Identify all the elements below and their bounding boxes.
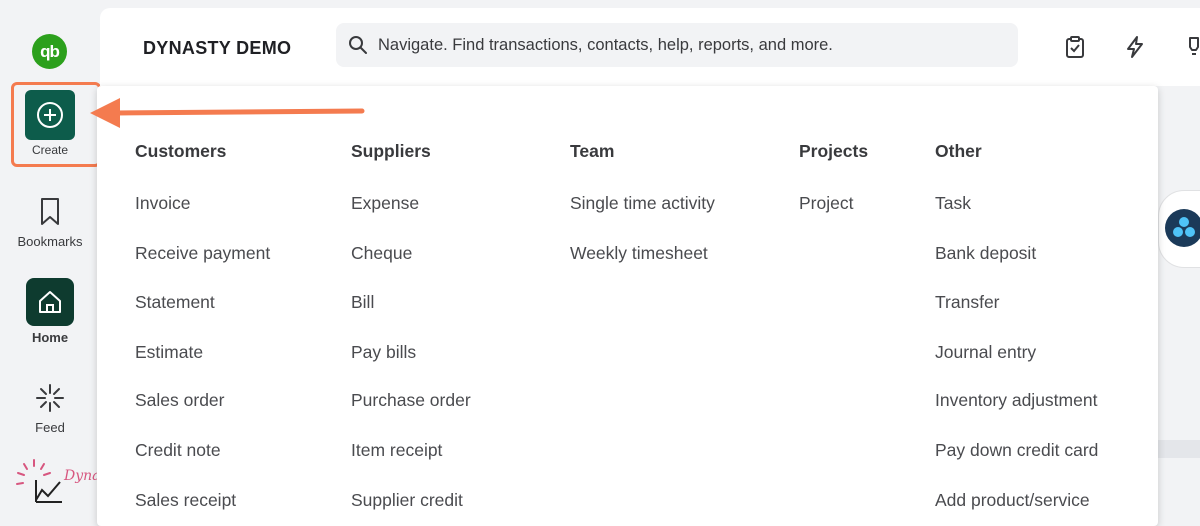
menu-column-projects: Projects [799,141,868,163]
menu-column-suppliers: Suppliers [351,141,431,163]
sidebar-item-label: Feed [35,420,65,435]
lightning-icon[interactable] [1123,35,1147,59]
menu-item-single-time-activity[interactable]: Single time activity [570,193,715,214]
lightbulb-icon[interactable] [1182,35,1200,59]
search-input[interactable]: Navigate. Find transactions, contacts, h… [336,23,1018,67]
menu-item-purchase-order[interactable]: Purchase order [351,390,471,411]
feed-sparkle-icon [30,380,70,416]
plus-circle-icon [37,102,63,128]
clipboard-check-icon[interactable] [1063,35,1087,59]
assistant-launcher[interactable] [1158,190,1200,268]
assistant-icon [1165,209,1200,247]
menu-item-bill[interactable]: Bill [351,292,374,313]
menu-item-task[interactable]: Task [935,193,971,214]
column-heading: Customers [135,141,227,161]
annotation-arrow [90,98,365,128]
menu-item-statement[interactable]: Statement [135,292,215,313]
menu-item-sales-order[interactable]: Sales order [135,390,225,411]
column-heading: Suppliers [351,141,431,161]
company-name: DYNASTY DEMO [143,38,292,58]
menu-item-receive-payment[interactable]: Receive payment [135,243,270,264]
background-strip [1158,440,1200,458]
sidebar-item-feed[interactable]: Feed [0,380,100,435]
menu-item-estimate[interactable]: Estimate [135,342,203,363]
left-nav-rail: qb Create Bookmarks Home Feed Dynasty [0,0,121,515]
menu-item-sales-receipt[interactable]: Sales receipt [135,490,236,511]
menu-item-expense[interactable]: Expense [351,193,419,214]
search-placeholder: Navigate. Find transactions, contacts, h… [378,35,833,54]
menu-column-customers: Customers [135,141,226,163]
menu-item-pay-bills[interactable]: Pay bills [351,342,416,363]
menu-item-supplier-credit[interactable]: Supplier credit [351,490,463,511]
menu-item-credit-note[interactable]: Credit note [135,440,221,461]
menu-item-add-product-service[interactable]: Add product/service [935,490,1090,511]
sidebar-item-label: Bookmarks [17,234,83,249]
column-heading: Team [570,141,615,161]
sidebar-item-create[interactable]: Create [0,90,100,157]
menu-item-bank-deposit[interactable]: Bank deposit [935,243,1036,264]
menu-item-cheque[interactable]: Cheque [351,243,412,264]
sidebar-item-label: Home [31,330,69,345]
sidebar-item-label: Create [31,143,69,157]
create-menu-panel: Customers Invoice Receive payment Statem… [97,86,1158,526]
create-button[interactable] [25,90,75,140]
search-icon [349,36,367,54]
menu-item-project[interactable]: Project [799,193,853,214]
menu-item-journal-entry[interactable]: Journal entry [935,342,1036,363]
sidebar-item-bookmarks[interactable]: Bookmarks [0,194,100,249]
top-bar: DYNASTY DEMO Navigate. Find transactions… [100,8,1200,86]
menu-item-weekly-timesheet[interactable]: Weekly timesheet [570,243,708,264]
sidebar-item-home[interactable]: Home [0,278,100,345]
column-heading: Other [935,141,982,161]
column-heading: Projects [799,141,869,161]
menu-item-pay-down-credit-card[interactable]: Pay down credit card [935,440,1098,461]
menu-item-invoice[interactable]: Invoice [135,193,190,214]
menu-item-item-receipt[interactable]: Item receipt [351,440,442,461]
bookmark-icon [30,194,70,230]
home-button[interactable] [26,278,74,326]
home-icon [39,291,61,313]
menu-column-team: Team [570,141,614,163]
menu-column-other: Other [935,141,982,163]
menu-item-inventory-adjustment[interactable]: Inventory adjustment [935,390,1097,411]
quickbooks-logo[interactable]: qb [32,34,67,69]
menu-item-transfer[interactable]: Transfer [935,292,1000,313]
